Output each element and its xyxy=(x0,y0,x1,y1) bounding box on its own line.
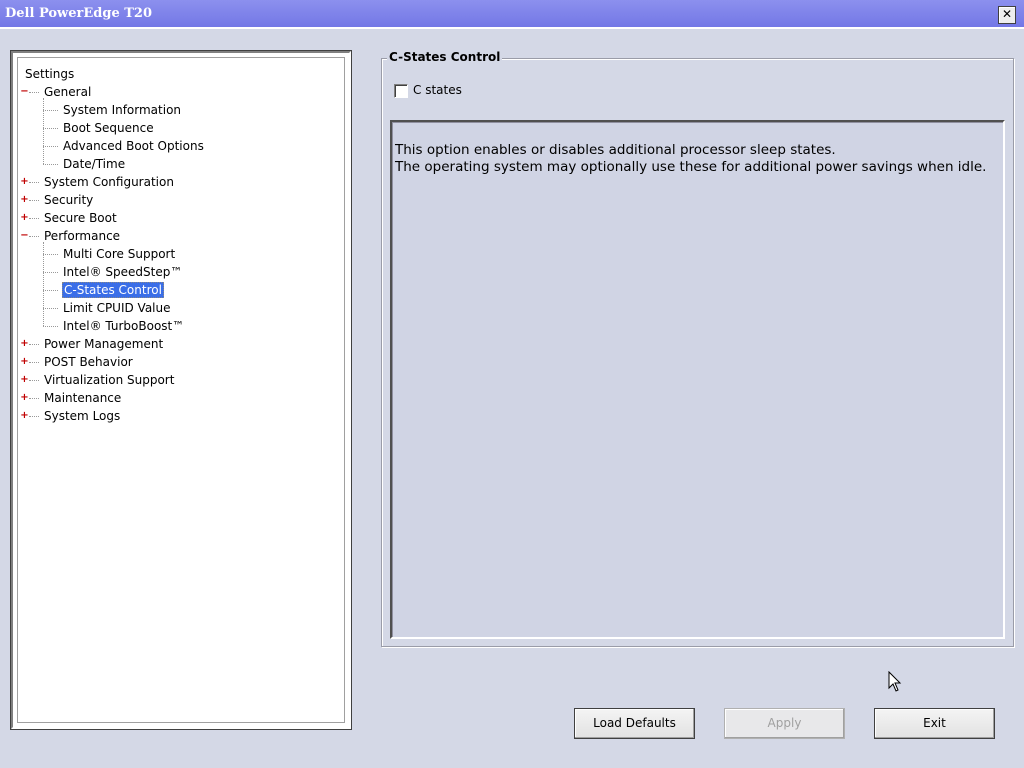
tree-connector xyxy=(29,344,39,345)
tree-connector xyxy=(43,308,58,309)
expand-icon[interactable]: + xyxy=(20,195,29,205)
description-line-2: The operating system may optionally use … xyxy=(395,159,987,175)
tree-connector xyxy=(43,164,58,165)
tree-connector xyxy=(29,218,39,219)
tree-item-intel-speedstep[interactable]: Intel® SpeedStep™ xyxy=(62,263,183,281)
collapse-icon[interactable]: − xyxy=(20,231,29,241)
tree-item-virtualization-support[interactable]: Virtualization Support xyxy=(43,371,175,389)
tree-item-date-time[interactable]: Date/Time xyxy=(62,155,126,173)
collapse-icon[interactable]: − xyxy=(20,87,29,97)
title-bar: Dell PowerEdge T20 ✕ xyxy=(0,0,1024,29)
tree-item-security[interactable]: Security xyxy=(43,191,94,209)
tree-item-general[interactable]: General xyxy=(43,83,92,101)
tree-connector xyxy=(43,272,58,273)
tree-connector xyxy=(29,200,39,201)
load-defaults-button[interactable]: Load Defaults xyxy=(574,708,695,739)
tree-connector xyxy=(29,182,39,183)
expand-icon[interactable]: + xyxy=(20,177,29,187)
tree-connector xyxy=(43,254,58,255)
tree-connector xyxy=(43,290,58,291)
tree-connector xyxy=(29,362,39,363)
tree-item-boot-sequence[interactable]: Boot Sequence xyxy=(62,119,155,137)
tree-connector xyxy=(43,128,58,129)
close-button[interactable]: ✕ xyxy=(998,6,1016,24)
close-icon: ✕ xyxy=(1001,7,1013,21)
tree-item-performance[interactable]: Performance xyxy=(43,227,121,245)
settings-tree[interactable]: Settings General − System Information Boot … xyxy=(17,57,345,723)
settings-tree-panel: Settings General − System Information Boot … xyxy=(11,51,351,729)
tree-connector xyxy=(43,110,58,111)
tree-connector xyxy=(43,326,58,327)
tree-item-limit-cpuid-value[interactable]: Limit CPUID Value xyxy=(62,299,172,317)
tree-root-settings[interactable]: Settings xyxy=(24,65,75,83)
c-states-checkbox-label[interactable]: C states xyxy=(413,83,462,97)
expand-icon[interactable]: + xyxy=(20,393,29,403)
apply-button[interactable]: Apply xyxy=(724,708,845,739)
tree-item-maintenance[interactable]: Maintenance xyxy=(43,389,122,407)
tree-connector xyxy=(29,92,39,93)
tree-connector xyxy=(29,416,39,417)
tree-item-system-configuration[interactable]: System Configuration xyxy=(43,173,175,191)
tree-item-power-management[interactable]: Power Management xyxy=(43,335,164,353)
tree-item-c-states-control[interactable]: C-States Control xyxy=(62,281,164,299)
tree-connector xyxy=(29,380,39,381)
tree-connector xyxy=(43,98,44,164)
expand-icon[interactable]: + xyxy=(20,375,29,385)
expand-icon[interactable]: + xyxy=(20,213,29,223)
mouse-cursor-icon xyxy=(888,671,902,692)
tree-connector xyxy=(29,236,39,237)
tree-connector xyxy=(29,398,39,399)
expand-icon[interactable]: + xyxy=(20,411,29,421)
window-title: Dell PowerEdge T20 xyxy=(5,6,153,21)
tree-item-system-logs[interactable]: System Logs xyxy=(43,407,121,425)
description-box: This option enables or disables addition… xyxy=(390,120,1005,639)
c-states-checkbox[interactable] xyxy=(394,84,408,98)
tree-item-secure-boot[interactable]: Secure Boot xyxy=(43,209,118,227)
tree-connector xyxy=(43,242,44,326)
tree-item-multi-core-support[interactable]: Multi Core Support xyxy=(62,245,176,263)
tree-item-post-behavior[interactable]: POST Behavior xyxy=(43,353,134,371)
exit-button[interactable]: Exit xyxy=(874,708,995,739)
tree-item-intel-turboboost[interactable]: Intel® TurboBoost™ xyxy=(62,317,185,335)
expand-icon[interactable]: + xyxy=(20,339,29,349)
panel-title: C-States Control xyxy=(387,50,503,64)
tree-item-advanced-boot-options[interactable]: Advanced Boot Options xyxy=(62,137,205,155)
tree-connector xyxy=(43,146,58,147)
tree-item-system-information[interactable]: System Information xyxy=(62,101,182,119)
expand-icon[interactable]: + xyxy=(20,357,29,367)
description-line-1: This option enables or disables addition… xyxy=(395,142,836,158)
